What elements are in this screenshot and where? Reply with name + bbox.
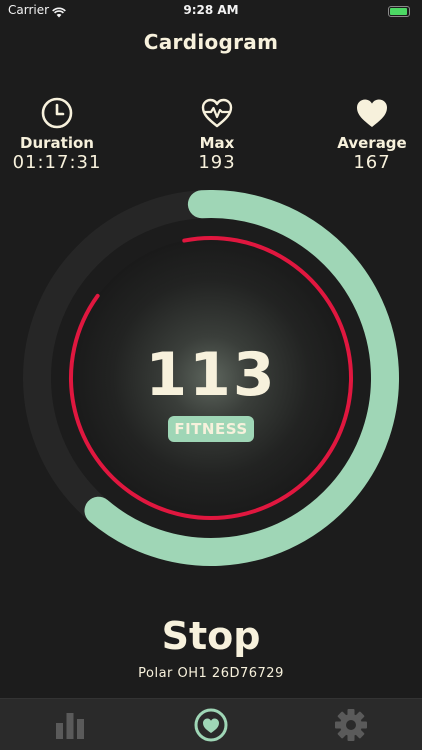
heart-rate-gauge: 113 FITNESS [0, 190, 422, 590]
gear-icon [335, 709, 367, 741]
heart-circle-icon [194, 708, 228, 742]
duration-stat: Duration 01:17:31 [0, 96, 117, 173]
bar-chart-icon [56, 713, 84, 739]
max-label: Max [199, 134, 235, 152]
stop-button[interactable]: Stop [110, 608, 312, 664]
status-bar: Carrier 9:28 AM [0, 0, 422, 22]
max-value: 193 [198, 152, 236, 173]
tab-settings[interactable] [321, 705, 381, 745]
max-stat: Max 193 [157, 96, 277, 173]
page-title: Cardiogram [143, 30, 279, 54]
battery-icon [388, 6, 410, 17]
device-name: Polar OH1 26D76729 [138, 666, 284, 681]
average-value: 167 [353, 152, 391, 173]
heartbeat-outline-icon [157, 96, 277, 130]
status-time: 9:28 AM [183, 3, 239, 17]
tab-bar [0, 698, 422, 750]
duration-label: Duration [20, 134, 94, 152]
heart-filled-icon [312, 96, 422, 130]
tab-heart[interactable] [181, 705, 241, 745]
current-bpm: 113 [145, 340, 277, 410]
average-stat: Average 167 [312, 96, 422, 173]
zone-badge: FITNESS [168, 416, 254, 442]
clock-icon [0, 96, 117, 130]
duration-value: 01:17:31 [12, 152, 102, 173]
cardiogram-screen: Carrier 9:28 AM Cardiogram Duration 01:1… [0, 0, 422, 750]
average-label: Average [337, 134, 407, 152]
tab-stats[interactable] [40, 705, 100, 745]
